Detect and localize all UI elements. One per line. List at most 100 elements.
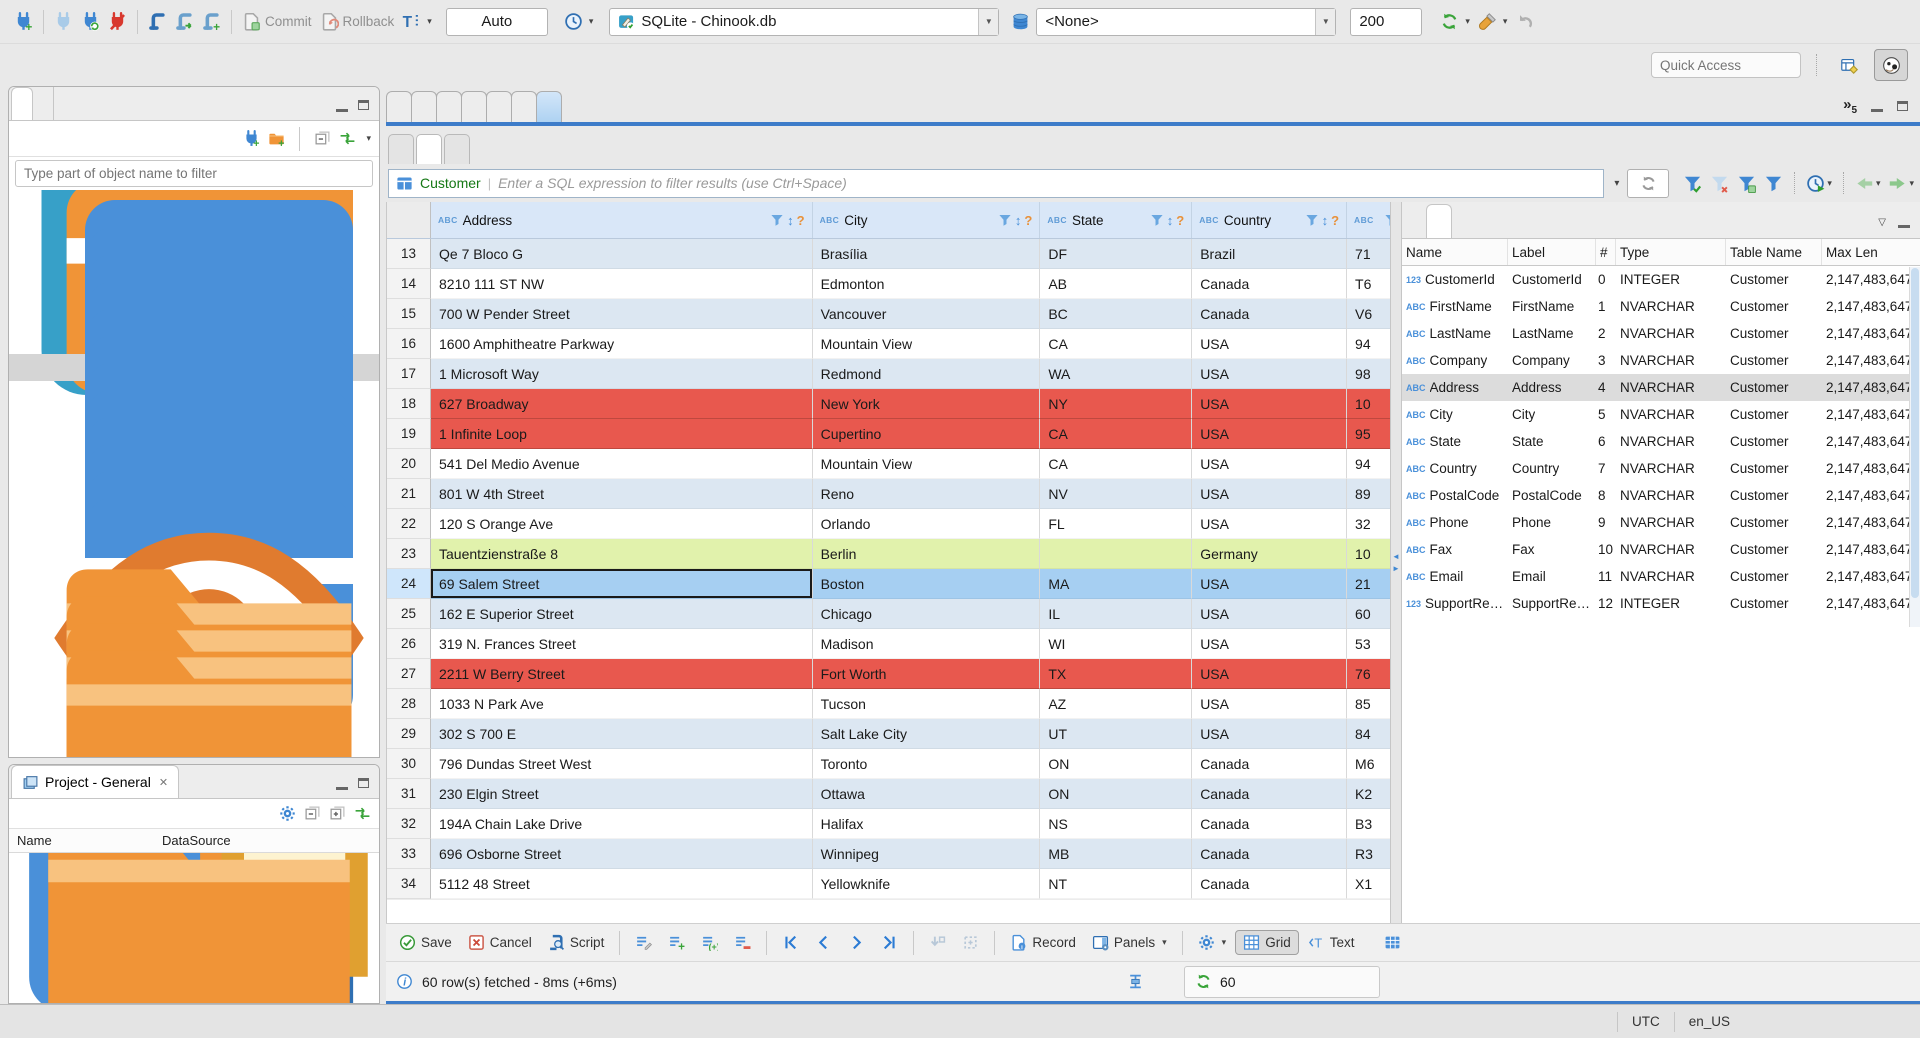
new-folder-icon[interactable]: + xyxy=(268,130,285,147)
cell-address[interactable]: 696 Osborne Street xyxy=(431,839,813,869)
custom-filter-button[interactable] xyxy=(1760,172,1787,195)
tree-item[interactable] xyxy=(9,649,379,757)
save-button[interactable]: Save xyxy=(392,931,459,954)
scrollbar-thumb[interactable] xyxy=(1911,268,1919,598)
cell-city[interactable]: New York xyxy=(812,389,1041,419)
editor-tab[interactable] xyxy=(486,91,512,122)
row-number[interactable]: 32 xyxy=(387,809,431,839)
minimize-icon[interactable] xyxy=(336,787,348,790)
collapse-left-icon[interactable]: ◄ xyxy=(1392,552,1400,561)
cell-state[interactable]: WI xyxy=(1040,629,1193,659)
minimize-icon[interactable] xyxy=(336,109,348,112)
cell-postalcode[interactable]: 94 xyxy=(1347,329,1390,359)
cell-postalcode[interactable]: 98 xyxy=(1347,359,1390,389)
cell-postalcode[interactable]: R3 xyxy=(1347,839,1390,869)
refresh-result-button[interactable] xyxy=(1627,168,1670,198)
add-row-button[interactable]: + xyxy=(661,931,692,954)
refresh-connection-button[interactable]: ▾ xyxy=(1436,9,1474,34)
cell-city[interactable]: Edmonton xyxy=(812,269,1041,299)
editor-tab[interactable] xyxy=(536,91,562,122)
minimize-icon[interactable] xyxy=(1871,109,1883,112)
last-row-button[interactable] xyxy=(874,931,905,954)
cell-country[interactable]: USA xyxy=(1192,389,1348,419)
cell-city[interactable]: Mountain View xyxy=(812,449,1041,479)
cell-city[interactable]: Mountain View xyxy=(812,329,1041,359)
cell-country[interactable]: USA xyxy=(1192,479,1348,509)
cell-state[interactable]: BC xyxy=(1040,299,1193,329)
link-with-editor-icon[interactable] xyxy=(339,130,356,147)
new-sql-editor-button[interactable]: + xyxy=(198,9,225,34)
cell-address[interactable]: 319 N. Frances Street xyxy=(431,629,813,659)
cell-country[interactable]: USA xyxy=(1192,599,1348,629)
Fax[interactable]: ABC Fax Fax 10 NVARCHAR Customer 2,147,4… xyxy=(1402,536,1920,563)
row-number[interactable]: 25 xyxy=(387,599,431,629)
cell-city[interactable]: Salt Lake City xyxy=(812,719,1041,749)
row-number[interactable]: 17 xyxy=(387,359,431,389)
cell-postalcode[interactable]: 10 xyxy=(1347,389,1390,419)
cell-country[interactable]: Brazil xyxy=(1192,239,1348,269)
cell-address[interactable]: 801 W 4th Street xyxy=(431,479,813,509)
result-subtab[interactable] xyxy=(444,134,470,164)
cell-state[interactable] xyxy=(1040,539,1193,569)
cell-state[interactable]: CA xyxy=(1040,449,1193,479)
row-number[interactable]: 26 xyxy=(387,629,431,659)
cell-state[interactable]: ON xyxy=(1040,749,1193,779)
open-sql-script-button[interactable] xyxy=(171,9,198,34)
cell-postalcode[interactable]: 76 xyxy=(1347,659,1390,689)
cell-city[interactable]: Fort Worth xyxy=(812,659,1041,689)
column-header[interactable]: Type xyxy=(1616,239,1726,265)
link-with-editor-icon[interactable] xyxy=(354,805,371,822)
cell-postalcode[interactable]: 85 xyxy=(1347,689,1390,719)
cell-state[interactable]: UT xyxy=(1040,719,1193,749)
collapse-right-icon[interactable]: ► xyxy=(1392,564,1400,573)
remove-filter-button[interactable] xyxy=(1706,172,1733,195)
CustomerId[interactable]: 123 CustomerId CustomerId 0 INTEGER Cust… xyxy=(1402,266,1920,293)
column-filter-icon[interactable] xyxy=(1305,213,1319,227)
row-number[interactable]: 29 xyxy=(387,719,431,749)
new-connection-button[interactable]: + xyxy=(10,9,37,34)
cell-state[interactable]: WA xyxy=(1040,359,1193,389)
filter-history-dropdown[interactable]: ▾ xyxy=(1606,178,1627,189)
fetch-next-page-button[interactable] xyxy=(922,931,953,954)
row-number[interactable]: 20 xyxy=(387,449,431,479)
cell-postalcode[interactable]: 21 xyxy=(1347,569,1390,599)
settings-button[interactable]: ▾ xyxy=(1191,931,1234,954)
cell-city[interactable]: Vancouver xyxy=(812,299,1041,329)
cell-country[interactable]: Canada xyxy=(1192,269,1348,299)
cell-address[interactable]: 1 Infinite Loop xyxy=(431,419,813,449)
cell-country[interactable]: USA xyxy=(1192,509,1348,539)
cell-postalcode[interactable]: 71 xyxy=(1347,239,1390,269)
schema-combo[interactable]: <None> ▼ xyxy=(1036,7,1337,36)
column-filter-icon[interactable] xyxy=(1150,213,1164,227)
cell-country[interactable]: USA xyxy=(1192,689,1348,719)
view-menu-icon[interactable]: ▽ xyxy=(1878,217,1886,228)
row-number[interactable]: 31 xyxy=(387,779,431,809)
row-number[interactable]: 22 xyxy=(387,509,431,539)
cell-state[interactable]: MA xyxy=(1040,569,1193,599)
cell-city[interactable]: Brasília xyxy=(812,239,1041,269)
reconnect-button[interactable] xyxy=(77,9,104,34)
transaction-mode-button[interactable]: T ▾ xyxy=(398,9,436,34)
collapse-all-icon[interactable] xyxy=(304,805,321,822)
project-item[interactable] xyxy=(9,853,379,1003)
cell-country[interactable]: Germany xyxy=(1192,539,1348,569)
cell-address[interactable]: 5112 48 Street xyxy=(431,869,813,899)
sort-icon[interactable]: ↕ xyxy=(1015,213,1022,228)
result-subtab[interactable]: <> xyxy=(416,134,442,164)
column-header[interactable]: DataSource xyxy=(154,833,299,848)
gear-icon[interactable] xyxy=(279,805,296,822)
cell-address[interactable]: 796 Dundas Street West xyxy=(431,749,813,779)
column-header[interactable]: ABC ↕ ? xyxy=(1347,202,1390,238)
navigator-tab[interactable] xyxy=(33,87,54,120)
cell-postalcode[interactable]: 89 xyxy=(1347,479,1390,509)
maximize-icon[interactable] xyxy=(358,100,369,110)
collapse-all-icon[interactable] xyxy=(314,130,331,147)
connection-dropdown-button[interactable]: ▼ xyxy=(978,8,999,35)
column-header[interactable]: ABC Country ↕ ? xyxy=(1192,202,1348,238)
cell-state[interactable]: IL xyxy=(1040,599,1193,629)
row-number[interactable]: 19 xyxy=(387,419,431,449)
cell-city[interactable]: Tucson xyxy=(812,689,1041,719)
navigator-tab[interactable] xyxy=(11,87,33,120)
connection-combo[interactable]: SQLite - Chinook.db ▼ xyxy=(609,7,1000,36)
transaction-log-button[interactable]: ▾ xyxy=(560,9,598,34)
